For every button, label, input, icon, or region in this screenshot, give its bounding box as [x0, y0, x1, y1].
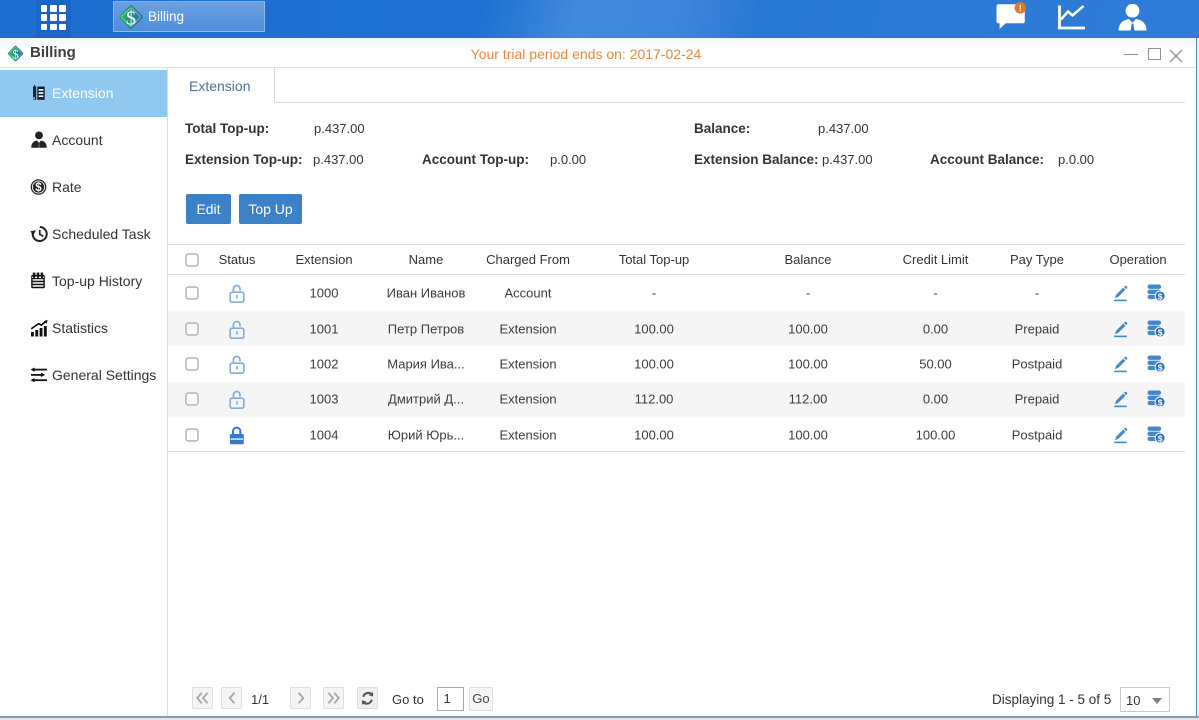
svg-text:$: $: [1157, 292, 1162, 302]
svg-text:$: $: [1157, 362, 1162, 372]
svg-text:$: $: [1157, 433, 1162, 443]
svg-text:$: $: [1157, 398, 1162, 408]
svg-text:$: $: [35, 182, 42, 194]
svg-text:$: $: [1157, 327, 1162, 337]
svg-text:$: $: [126, 7, 136, 29]
svg-text:!: !: [1019, 4, 1022, 14]
